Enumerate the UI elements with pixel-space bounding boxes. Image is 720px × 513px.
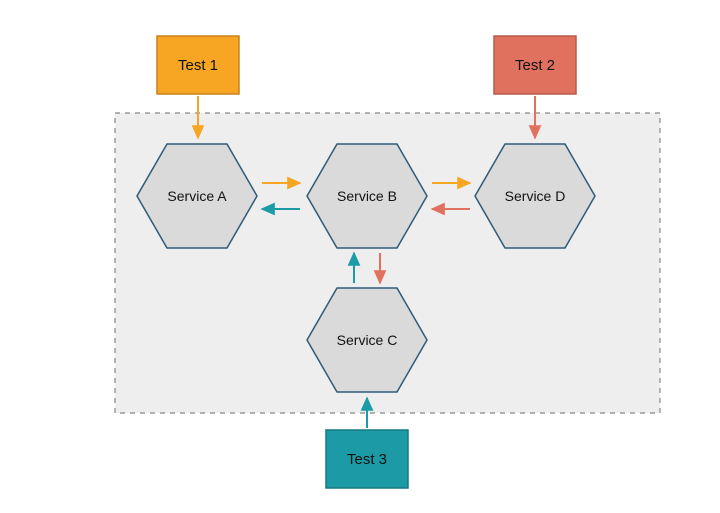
test-3-node: Test 3: [326, 430, 408, 488]
test-2-label: Test 2: [515, 57, 555, 74]
service-b-label: Service B: [337, 188, 397, 204]
service-a-label: Service A: [167, 188, 227, 204]
test-3-label: Test 3: [347, 451, 387, 468]
test-1-node: Test 1: [157, 36, 239, 94]
service-c-label: Service C: [337, 332, 398, 348]
service-d-label: Service D: [505, 188, 566, 204]
test-1-label: Test 1: [178, 57, 218, 74]
test-2-node: Test 2: [494, 36, 576, 94]
